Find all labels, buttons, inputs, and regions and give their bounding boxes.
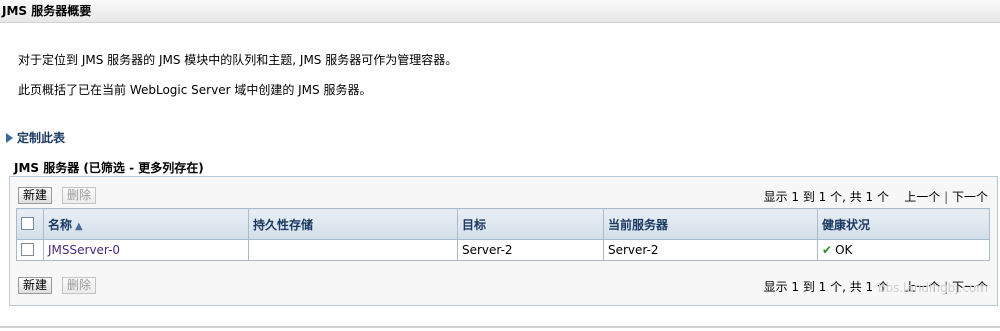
checkmark-icon: ✔ [822, 243, 833, 257]
page-title: JMS 服务器概要 [0, 0, 1000, 23]
column-header-health[interactable]: 健康状况 [817, 208, 990, 240]
pager-prev-link[interactable]: 上一个 [904, 190, 940, 204]
jms-servers-table: 名称 ▲ 持久性存储 目标 当前服务器 健康状况 JMSServer-0 Serv… [16, 208, 990, 261]
server-name-link[interactable]: JMSServer-0 [48, 243, 120, 257]
customize-label: 定制此表 [17, 131, 66, 145]
sort-ascending-icon[interactable]: ▲ [75, 221, 83, 232]
select-all-header [16, 208, 44, 240]
jms-servers-table-panel: 新建 删除 显示 1 到 1 个, 共 1 个 上一个 | 下一个 名称 ▲ 持久… [9, 176, 998, 306]
target-cell: Server-2 [457, 239, 604, 261]
delete-button-top[interactable]: 删除 [62, 187, 97, 204]
forum-watermark: bbs.landingbj.com [877, 281, 988, 295]
row-checkbox[interactable] [21, 243, 34, 256]
column-header-target[interactable]: 目标 [457, 208, 604, 240]
pager-summary-bottom: 显示 1 到 1 个, 共 1 个 [763, 280, 889, 294]
table-row: JMSServer-0 Server-2 Server-2 ✔ OK [16, 239, 990, 261]
intro-text-2: 此页概括了已在当前 WebLogic Server 域中创建的 JMS 服务器。 [18, 83, 372, 97]
delete-button-bottom[interactable]: 删除 [62, 277, 97, 294]
pager-summary: 显示 1 到 1 个, 共 1 个 [763, 190, 889, 204]
expand-triangle-icon [6, 133, 13, 143]
server-name-cell: JMSServer-0 [43, 239, 249, 261]
column-header-current-server[interactable]: 当前服务器 [603, 208, 818, 240]
new-button-top[interactable]: 新建 [18, 187, 53, 204]
column-header-name[interactable]: 名称 ▲ [43, 208, 249, 240]
pager-next-link[interactable]: 下一个 [952, 190, 988, 204]
new-button-bottom[interactable]: 新建 [18, 277, 53, 294]
row-select-cell [16, 239, 44, 261]
bottom-divider [0, 326, 1000, 328]
column-header-store[interactable]: 持久性存储 [248, 208, 458, 240]
intro-text-1: 对于定位到 JMS 服务器的 JMS 模块中的队列和主题, JMS 服务器可作为… [18, 53, 458, 67]
store-cell [248, 239, 458, 261]
health-cell: ✔ OK [817, 239, 990, 261]
pager-top: 显示 1 到 1 个, 共 1 个 上一个 | 下一个 [763, 190, 988, 204]
health-status: OK [835, 243, 853, 257]
select-all-checkbox[interactable] [21, 217, 34, 230]
customize-table-link[interactable]: 定制此表 [6, 129, 65, 146]
table-section-title: JMS 服务器 (已筛选 - 更多列存在) [14, 161, 204, 175]
current-server-cell: Server-2 [603, 239, 818, 261]
